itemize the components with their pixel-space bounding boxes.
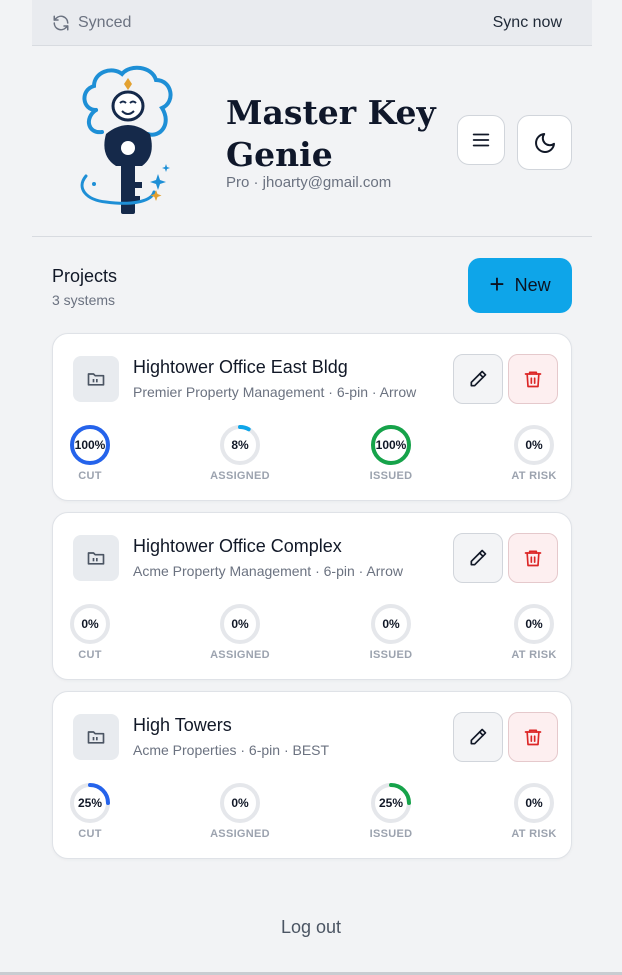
edit-project-button[interactable] <box>453 712 503 762</box>
edit-project-button[interactable] <box>453 354 503 404</box>
stat-label: ASSIGNED <box>210 828 270 840</box>
stat-assigned: 8% ASSIGNED <box>200 422 280 482</box>
projects-count: 3 systems <box>52 292 116 308</box>
projects-header: Projects 3 systems <box>52 266 117 308</box>
stat-value: 100% <box>376 438 407 452</box>
stat-value: 0% <box>231 796 249 810</box>
progress-ring: 0% <box>371 604 411 644</box>
new-project-label: New <box>514 275 551 295</box>
edit-project-button[interactable] <box>453 533 503 583</box>
stat-label: CUT <box>78 470 102 482</box>
stat-label: CUT <box>78 828 102 840</box>
app-title: Master Key Genie <box>226 93 436 174</box>
trash-icon <box>524 371 542 388</box>
hamburger-menu-icon <box>472 133 490 147</box>
delete-project-button[interactable] <box>508 533 558 583</box>
progress-ring: 100% <box>371 425 411 465</box>
trash-icon <box>524 729 542 746</box>
stat-issued: 25% ISSUED <box>351 780 431 840</box>
stat-label: ISSUED <box>369 649 413 661</box>
project-stats: 100% CUT 8% ASSIGNED 100% ISSUED 0% AT RISK <box>53 422 571 492</box>
project-details: Premier Property Management · 6-pin · Ar… <box>133 384 417 400</box>
refresh-icon <box>53 15 69 30</box>
theme-toggle-button[interactable] <box>517 115 572 170</box>
pencil-icon <box>470 549 487 566</box>
stat-value: 0% <box>81 617 99 631</box>
stat-issued: 100% ISSUED <box>351 422 431 482</box>
project-stats: 25% CUT 0% ASSIGNED 25% ISSUED 0% AT RISK <box>53 780 571 850</box>
folder-icon <box>73 356 119 402</box>
stat-label: ASSIGNED <box>210 649 270 661</box>
stat-value: 100% <box>75 438 106 452</box>
sync-now-button[interactable]: Sync now <box>493 14 562 32</box>
progress-ring: 0% <box>70 604 110 644</box>
progress-ring: 8% <box>220 425 260 465</box>
stat-value: 8% <box>231 438 249 452</box>
trash-icon <box>524 550 542 567</box>
stat-cut: 100% CUT <box>50 422 130 482</box>
delete-project-button[interactable] <box>508 354 558 404</box>
stat-value: 25% <box>78 796 102 810</box>
pencil-icon <box>470 728 487 745</box>
stat-at-risk: 0% AT RISK <box>494 780 574 840</box>
folder-icon <box>73 714 119 760</box>
stat-value: 0% <box>231 617 249 631</box>
delete-project-button[interactable] <box>508 712 558 762</box>
new-project-button[interactable]: + New <box>468 258 572 313</box>
stat-issued: 0% ISSUED <box>351 601 431 661</box>
stat-value: 0% <box>382 617 400 631</box>
moon-icon <box>534 132 555 153</box>
sync-status: Synced <box>52 14 131 32</box>
account-info: Pro · jhoarty@gmail.com <box>226 174 392 191</box>
folder-icon <box>73 535 119 581</box>
menu-button[interactable] <box>457 115 505 165</box>
project-card[interactable]: High Towers Acme Properties · 6-pin · BES… <box>52 691 572 859</box>
project-details: Acme Property Management · 6-pin · Arrow <box>133 563 403 579</box>
stat-cut: 0% CUT <box>50 601 130 661</box>
progress-ring: 0% <box>514 783 554 823</box>
project-name: Hightower Office Complex <box>133 536 342 556</box>
sync-bar: Synced Sync now <box>32 0 592 46</box>
progress-ring: 0% <box>220 783 260 823</box>
progress-ring: 0% <box>514 425 554 465</box>
stat-label: ASSIGNED <box>210 470 270 482</box>
stat-at-risk: 0% AT RISK <box>494 422 574 482</box>
project-stats: 0% CUT 0% ASSIGNED 0% ISSUED 0% AT RISK <box>53 601 571 671</box>
pencil-icon <box>470 370 487 387</box>
stat-label: AT RISK <box>511 470 557 482</box>
app-header: Master Key Genie Pro · jhoarty@gmail.com <box>32 46 592 237</box>
projects-title: Projects <box>52 266 118 286</box>
stat-label: CUT <box>78 649 102 661</box>
stat-label: ISSUED <box>369 828 413 840</box>
progress-ring: 25% <box>371 783 411 823</box>
project-card[interactable]: Hightower Office Complex Acme Property Ma… <box>52 512 572 680</box>
plus-icon: + <box>489 269 505 299</box>
stat-value: 0% <box>525 438 543 452</box>
progress-ring: 25% <box>70 783 110 823</box>
project-details: Acme Properties · 6-pin · BEST <box>133 742 330 758</box>
sync-status-label: Synced <box>78 13 132 31</box>
stat-at-risk: 0% AT RISK <box>494 601 574 661</box>
stat-label: ISSUED <box>369 470 413 482</box>
project-card[interactable]: Hightower Office East Bldg Premier Proper… <box>52 333 572 501</box>
progress-ring: 0% <box>514 604 554 644</box>
stat-label: AT RISK <box>511 828 557 840</box>
stat-value: 0% <box>525 796 543 810</box>
stat-assigned: 0% ASSIGNED <box>200 601 280 661</box>
stat-label: AT RISK <box>511 649 557 661</box>
stat-cut: 25% CUT <box>50 780 130 840</box>
progress-ring: 0% <box>220 604 260 644</box>
progress-ring: 100% <box>70 425 110 465</box>
stat-value: 0% <box>525 617 543 631</box>
genie-key-logo <box>80 65 173 214</box>
stat-value: 25% <box>379 796 403 810</box>
project-name: High Towers <box>133 715 232 735</box>
project-name: Hightower Office East Bldg <box>133 357 348 377</box>
stat-assigned: 0% ASSIGNED <box>200 780 280 840</box>
logout-button[interactable]: Log out <box>0 917 622 938</box>
